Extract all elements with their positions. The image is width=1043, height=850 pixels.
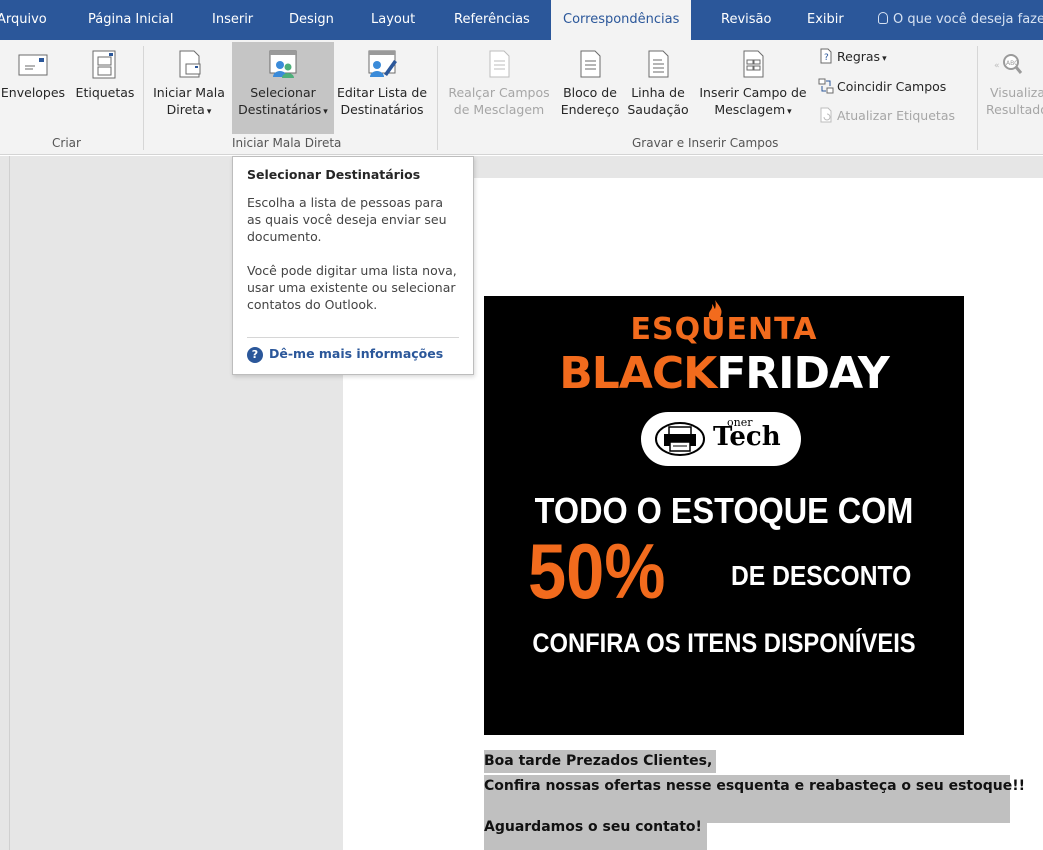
inserir-campo-label-1: Inserir Campo de <box>699 85 807 100</box>
black-friday-banner-image[interactable]: ESQUENTA BLACKFRIDAY oner Tech TODO O ES… <box>484 296 964 735</box>
tab-referencias[interactable]: Referências <box>454 0 530 40</box>
tooltip-title: Selecionar Destinatários <box>247 167 421 182</box>
visualizar-resultados-button[interactable]: « ABC Visualizar Resultados <box>984 42 1043 134</box>
tooltip-more-info-link[interactable]: ? Dê-me mais informações <box>247 346 443 363</box>
tab-revisao[interactable]: Revisão <box>721 0 771 40</box>
toner-tech-logo: oner Tech <box>641 412 801 466</box>
tab-arquivo[interactable]: Arquivo <box>0 0 47 40</box>
iniciar-mala-direta-button[interactable]: Iniciar Mala Direta ▾ <box>148 42 230 134</box>
editar-lista-button[interactable]: Editar Lista de Destinatários <box>334 42 430 134</box>
document-line-greeting[interactable]: Boa tarde Prezados Clientes, <box>484 750 717 773</box>
banner-friday-word: FRIDAY <box>716 348 890 399</box>
help-icon: ? <box>247 347 263 363</box>
lightbulb-icon <box>878 12 888 24</box>
bloco-endereco-button[interactable]: Bloco de Endereço <box>557 42 623 134</box>
regras-label: Regras <box>837 49 881 64</box>
inserir-campo-button[interactable]: Inserir Campo de Mesclagem ▾ <box>694 42 812 134</box>
etiquetas-button[interactable]: Etiquetas <box>72 42 138 134</box>
envelopes-label: Envelopes <box>0 85 66 100</box>
banner-black-friday-text: BLACKFRIDAY <box>484 348 964 399</box>
match-fields-icon <box>818 78 834 94</box>
visualizar-label-1: Visualizar <box>990 85 1043 100</box>
tab-correspondencias[interactable]: Correspondências <box>551 0 692 40</box>
ribbon-tab-bar: Arquivo Página Inicial Inserir Design La… <box>0 0 1043 40</box>
realcar-label-1: Realçar Campos <box>448 85 550 100</box>
tab-design[interactable]: Design <box>289 0 334 40</box>
banner-confira-text: CONFIRA OS ITENS DISPONÍVEIS <box>532 628 916 658</box>
highlight-fields-icon <box>489 50 510 78</box>
greeting-line-icon <box>648 50 669 78</box>
tab-inserir[interactable]: Inserir <box>212 0 253 40</box>
linha-label-2: Saudação <box>627 102 689 117</box>
tab-pagina-inicial[interactable]: Página Inicial <box>88 0 173 40</box>
linha-label-1: Linha de <box>631 85 685 100</box>
document-top-margin <box>474 156 1043 178</box>
svg-text:«: « <box>994 61 1000 71</box>
banner-black-word: BLACK <box>559 348 717 399</box>
tell-me-text: O que você deseja fazer <box>893 12 1043 27</box>
tell-me-search[interactable]: O que você deseja fazer <box>878 0 1043 40</box>
selecionar-destinatarios-button[interactable]: Selecionar Destinatários ▾ <box>232 42 334 134</box>
coincidir-campos-button[interactable]: Coincidir Campos <box>818 76 946 98</box>
banner-desconto-text: DE DESCONTO <box>731 560 912 591</box>
iniciar-label-1: Iniciar Mala <box>153 85 225 100</box>
dropdown-caret-icon: ▾ <box>323 107 328 117</box>
dropdown-caret-icon: ▾ <box>206 107 212 117</box>
atualizar-etiquetas-button[interactable]: Atualizar Etiquetas <box>818 105 955 127</box>
mail-merge-icon <box>179 50 201 78</box>
printer-icon <box>655 422 705 456</box>
realcar-label-2: de Mesclagem <box>453 102 545 117</box>
group-separator <box>977 46 978 150</box>
select-recipients-icon <box>269 50 297 78</box>
bloco-label-1: Bloco de <box>563 85 617 100</box>
envelopes-button[interactable]: Envelopes <box>0 42 70 134</box>
editar-label-2: Destinatários <box>340 102 424 117</box>
update-labels-icon <box>820 107 832 123</box>
banner-fifty-percent-text: 50% <box>528 527 666 615</box>
bloco-label-2: Endereço <box>560 102 620 117</box>
insert-merge-field-icon <box>743 50 764 78</box>
inserir-campo-label-2: Mesclagem <box>714 102 786 117</box>
group-label-criar: Criar <box>52 136 81 150</box>
labels-icon <box>92 50 116 79</box>
visualizar-label-2: Resultados <box>986 102 1043 117</box>
coincidir-label: Coincidir Campos <box>837 79 947 94</box>
tooltip-link-label: Dê-me mais informações <box>269 346 444 361</box>
address-block-icon <box>580 50 601 78</box>
document-line-offer[interactable]: Confira nossas ofertas nesse esquenta e … <box>484 775 1025 798</box>
regras-button[interactable]: ? Regras ▾ <box>818 46 887 68</box>
tooltip-paragraph-2: Você pode digitar uma lista nova, usar u… <box>247 263 457 312</box>
banner-esquenta-text: ESQUENTA <box>630 312 818 347</box>
edit-list-icon <box>368 50 397 77</box>
group-separator <box>143 46 144 150</box>
selecionar-label-2: Destinatários <box>238 102 322 117</box>
group-label-gravar: Gravar e Inserir Campos <box>632 136 779 150</box>
realcar-campos-button[interactable]: Realçar Campos de Mesclagem <box>443 42 555 134</box>
tab-exibir[interactable]: Exibir <box>807 0 844 40</box>
dropdown-caret-icon: ▾ <box>882 54 887 64</box>
iniciar-label-2: Direta <box>166 102 205 117</box>
linha-saudacao-button[interactable]: Linha de Saudação <box>625 42 691 134</box>
svg-text:ABC: ABC <box>1006 60 1018 67</box>
envelope-icon <box>18 54 48 76</box>
atualizar-label: Atualizar Etiquetas <box>837 108 955 123</box>
logo-tech-text: Tech <box>713 422 781 452</box>
preview-results-icon: « ABC <box>994 54 1023 74</box>
etiquetas-label: Etiquetas <box>75 85 135 100</box>
svg-text:?: ? <box>824 53 829 63</box>
selecionar-label-1: Selecionar <box>250 85 316 100</box>
rules-icon: ? <box>820 48 832 64</box>
tooltip-divider <box>247 337 459 338</box>
group-separator <box>437 46 438 150</box>
editar-label-1: Editar Lista de <box>336 85 428 100</box>
document-line-contact[interactable]: Aguardamos o seu contato! <box>484 815 707 850</box>
ribbon: Envelopes Etiquetas Criar Iniciar Mala D… <box>0 40 1043 155</box>
group-label-iniciar: Iniciar Mala Direta <box>232 136 342 150</box>
select-recipients-tooltip: Selecionar Destinatários Escolha a lista… <box>232 156 474 375</box>
tooltip-paragraph-1: Escolha a lista de pessoas para as quais… <box>247 195 447 244</box>
tab-layout[interactable]: Layout <box>371 0 415 40</box>
dropdown-caret-icon: ▾ <box>787 107 792 117</box>
